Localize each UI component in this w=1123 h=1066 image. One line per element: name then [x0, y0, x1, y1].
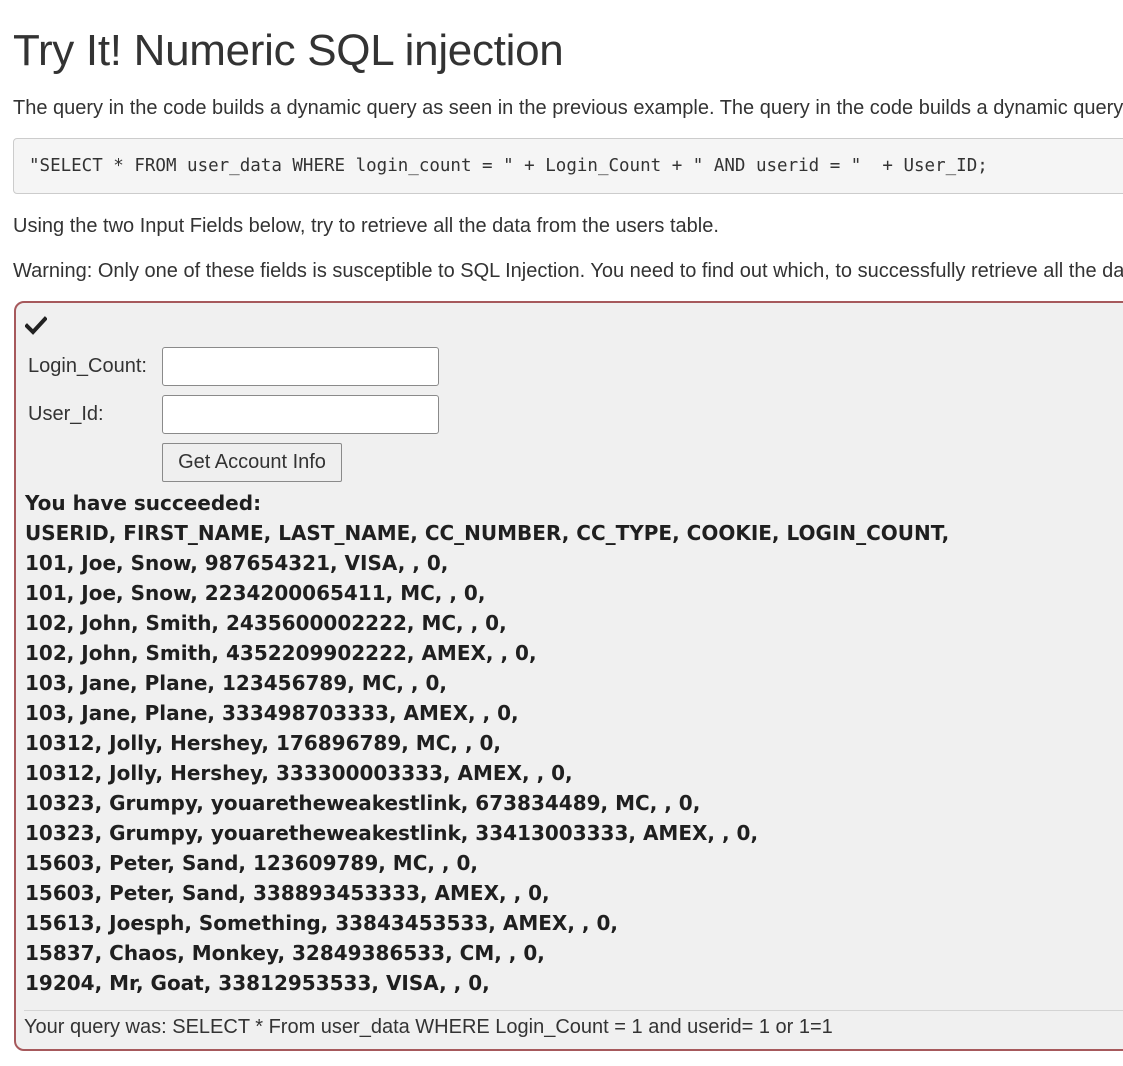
query-output: Your query was: SELECT * From user_data … — [24, 1010, 1123, 1039]
result-line: 103, Jane, Plane, 123456789, MC, , 0, — [25, 671, 448, 695]
result-line: 102, John, Smith, 2435600002222, MC, , 0… — [25, 611, 507, 635]
user-id-label: User_Id: — [28, 403, 104, 425]
result-line: 15603, Peter, Sand, 338893453333, AMEX, … — [25, 881, 550, 905]
result-heading: You have succeeded: — [25, 491, 262, 515]
result-line: 101, Joe, Snow, 987654321, VISA, , 0, — [25, 551, 449, 575]
result-line: 15603, Peter, Sand, 123609789, MC, , 0, — [25, 851, 479, 875]
result-line: 10323, Grumpy, youaretheweakestlink, 334… — [25, 821, 759, 845]
check-icon — [25, 316, 47, 335]
attack-container: Login_Count: User_Id: Get Account Info Y… — [14, 301, 1123, 1051]
result-line: 10323, Grumpy, youaretheweakestlink, 673… — [25, 791, 701, 815]
get-account-info-button[interactable]: Get Account Info — [162, 443, 342, 482]
page-title: Try It! Numeric SQL injection — [13, 26, 564, 75]
result-line: 102, John, Smith, 4352209902222, AMEX, ,… — [25, 641, 537, 665]
intro-text: The query in the code builds a dynamic q… — [13, 97, 1123, 119]
result-line: 15837, Chaos, Monkey, 32849386533, CM, ,… — [25, 941, 545, 965]
result-line: 103, Jane, Plane, 333498703333, AMEX, , … — [25, 701, 519, 725]
login-count-input[interactable] — [162, 347, 439, 386]
result-line: 19204, Mr, Goat, 33812953533, VISA, , 0, — [25, 971, 490, 995]
warning-text: Warning: Only one of these fields is sus… — [13, 260, 1123, 282]
user-id-input[interactable] — [162, 395, 439, 434]
page: Try It! Numeric SQL injection The query … — [0, 0, 1123, 1066]
result-output: You have succeeded: USERID, FIRST_NAME, … — [25, 488, 949, 998]
code-block: "SELECT * FROM user_data WHERE login_cou… — [13, 138, 1123, 194]
result-line: USERID, FIRST_NAME, LAST_NAME, CC_NUMBER… — [25, 521, 950, 545]
login-count-label: Login_Count: — [28, 355, 147, 377]
instruction-text: Using the two Input Fields below, try to… — [13, 215, 719, 237]
result-line: 15613, Joesph, Something, 33843453533, A… — [25, 911, 618, 935]
code-text: "SELECT * FROM user_data WHERE login_cou… — [29, 156, 988, 176]
result-line: 101, Joe, Snow, 2234200065411, MC, , 0, — [25, 581, 486, 605]
result-line: 10312, Jolly, Hershey, 333300003333, AME… — [25, 761, 573, 785]
result-line: 10312, Jolly, Hershey, 176896789, MC, , … — [25, 731, 502, 755]
